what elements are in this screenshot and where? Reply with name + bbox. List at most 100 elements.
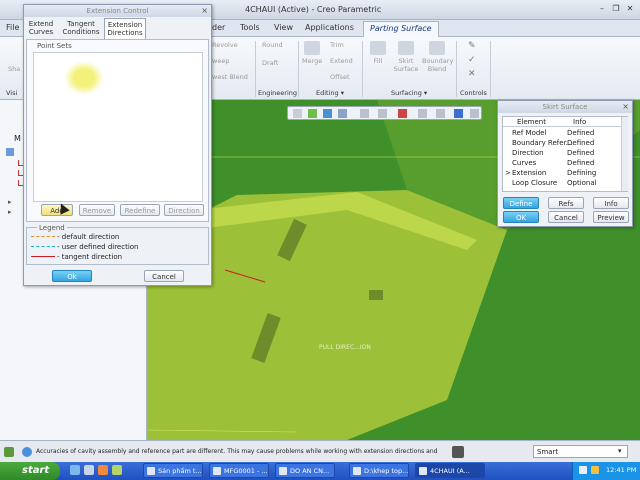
- point-sets-label: Point Sets: [37, 42, 72, 50]
- tab-view[interactable]: View: [274, 23, 293, 32]
- extend-button[interactable]: Extend: [330, 57, 353, 65]
- selection-icon[interactable]: [452, 446, 464, 458]
- round-button[interactable]: Round: [262, 41, 283, 49]
- start-button[interactable]: start: [0, 462, 60, 480]
- quick-launch-icon[interactable]: [70, 465, 80, 475]
- controls-check-icon[interactable]: ✓: [468, 55, 476, 65]
- table-row[interactable]: Direction Defined: [503, 149, 621, 159]
- quick-launch-icon[interactable]: [98, 465, 108, 475]
- maximize-button[interactable]: ❐: [610, 4, 622, 14]
- info-button[interactable]: Info: [593, 197, 629, 209]
- extension-control-dialog: Extension Control × Extend Curves Tangen…: [23, 4, 212, 286]
- taskbar-item-label: D:\khep top...: [364, 467, 409, 475]
- network-icon[interactable]: [579, 466, 587, 474]
- revolve-label: Revolve: [212, 41, 238, 49]
- datum-display-icon[interactable]: [338, 109, 347, 118]
- row-info: Defined: [567, 159, 595, 167]
- tab-extension-directions[interactable]: Extension Directions: [104, 18, 146, 39]
- boundary-blend-button[interactable]: Boundary Blend: [422, 41, 453, 73]
- draft-label: Draft: [262, 59, 279, 67]
- message-log-icon[interactable]: [4, 447, 14, 457]
- draft-button[interactable]: Draft: [262, 59, 278, 67]
- remove-button[interactable]: Remove: [79, 204, 115, 216]
- fill-label: Fill: [373, 57, 383, 65]
- taskbar-item[interactable]: MFG0001 - ...: [209, 463, 269, 478]
- tangent-direction-swatch: [31, 256, 55, 257]
- tab-extend-curves[interactable]: Extend Curves: [26, 20, 56, 36]
- skirt-cancel-button[interactable]: Cancel: [548, 211, 584, 223]
- expand-icon[interactable]: ▸: [8, 198, 12, 206]
- row-element: Boundary Refer...: [512, 139, 573, 147]
- merge-button[interactable]: Merge: [302, 41, 322, 65]
- expand-icon[interactable]: ▸: [8, 208, 12, 216]
- close-window-button[interactable]: ✕: [624, 4, 636, 14]
- cancel-button[interactable]: Cancel: [144, 270, 184, 282]
- group-label-editing[interactable]: Editing ▾: [316, 89, 344, 97]
- tab-file[interactable]: File: [6, 23, 19, 32]
- trim-button[interactable]: Trim: [330, 41, 344, 49]
- orient-icon[interactable]: [470, 109, 479, 118]
- taskbar-item[interactable]: Sản phẩm t...: [143, 463, 203, 478]
- table-row[interactable]: Curves Defined: [503, 159, 621, 169]
- fill-button[interactable]: Fill: [368, 41, 388, 65]
- sweep-button[interactable]: weep: [212, 57, 229, 65]
- define-button[interactable]: Define: [503, 197, 539, 209]
- controls-edit-icon[interactable]: ✎: [468, 41, 476, 51]
- tab-parting-surface[interactable]: Parting Surface: [363, 21, 439, 37]
- offset-button[interactable]: Offset: [330, 73, 350, 81]
- close-icon[interactable]: ×: [201, 5, 208, 17]
- row-element: Direction: [512, 149, 544, 157]
- quick-launch-icon[interactable]: [84, 465, 94, 475]
- table-row[interactable]: Ref Model Defined: [503, 129, 621, 139]
- spin-center-icon[interactable]: [323, 109, 332, 118]
- table-row[interactable]: Loop Closure Optional: [503, 179, 621, 189]
- display-style-icon[interactable]: [378, 109, 387, 118]
- refit-icon[interactable]: [293, 109, 302, 118]
- taskbar-item[interactable]: D:\khep top...: [349, 463, 409, 478]
- model-tree-tab-label[interactable]: M: [14, 134, 21, 143]
- minimize-button[interactable]: –: [596, 4, 608, 14]
- tab-model[interactable]: der: [212, 23, 225, 32]
- group-label-surfacing[interactable]: Surfacing ▾: [391, 89, 427, 97]
- tab-tools[interactable]: Tools: [240, 23, 260, 32]
- selection-filter-dropdown[interactable]: Smart ▾: [533, 445, 628, 458]
- zoom-in-icon[interactable]: [418, 109, 427, 118]
- ok-button[interactable]: Ok: [52, 270, 92, 282]
- group-divider: [456, 41, 457, 97]
- close-icon[interactable]: ×: [622, 101, 629, 113]
- table-row[interactable]: Boundary Refer... Defined: [503, 139, 621, 149]
- repaint-icon[interactable]: [454, 109, 463, 118]
- controls-cancel-icon[interactable]: ✕: [468, 69, 476, 79]
- tab-tangent-conditions[interactable]: Tangent Conditions: [58, 20, 104, 36]
- direction-button[interactable]: Direction: [164, 204, 204, 216]
- taskbar-item-active[interactable]: 4CHAUI (A...: [415, 463, 485, 478]
- tray-app-icon[interactable]: [591, 466, 599, 474]
- trim-label: Trim: [330, 41, 344, 49]
- saved-views-icon[interactable]: [360, 109, 369, 118]
- taskbar-item[interactable]: DO AN CN...: [275, 463, 335, 478]
- group-label-visibility: Visi: [6, 89, 18, 97]
- refs-button[interactable]: Refs: [548, 197, 584, 209]
- status-bar: Accuracies of cavity assembly and refere…: [0, 440, 640, 462]
- system-tray: 12:41 PM: [572, 462, 640, 480]
- point-sets-list[interactable]: [33, 52, 203, 202]
- skirt-ok-button[interactable]: OK: [503, 211, 539, 223]
- browser-icon: [147, 467, 155, 475]
- zoom-out-icon[interactable]: [436, 109, 445, 118]
- revolve-button[interactable]: Revolve: [212, 41, 238, 49]
- skirt-surface-button[interactable]: Skirt Surface: [393, 41, 419, 73]
- named-view-icon[interactable]: [398, 109, 407, 118]
- skirt-surface-dialog: Skirt Surface × Element Info Ref Model D…: [497, 100, 633, 227]
- layer-icon[interactable]: [308, 109, 317, 118]
- redefine-button[interactable]: Redefine: [120, 204, 160, 216]
- quick-launch-icon[interactable]: [112, 465, 122, 475]
- round-label: Round: [262, 41, 283, 49]
- tab-applications[interactable]: Applications: [305, 23, 354, 32]
- row-element: Curves: [512, 159, 537, 167]
- assembly-icon: [6, 148, 14, 156]
- table-scrollbar[interactable]: [621, 117, 628, 191]
- preview-button[interactable]: Preview: [593, 211, 629, 223]
- swept-blend-button[interactable]: west Blend: [212, 73, 248, 81]
- shade-label: Sha: [8, 65, 21, 73]
- table-row-selected[interactable]: > Extension Defining: [503, 169, 621, 179]
